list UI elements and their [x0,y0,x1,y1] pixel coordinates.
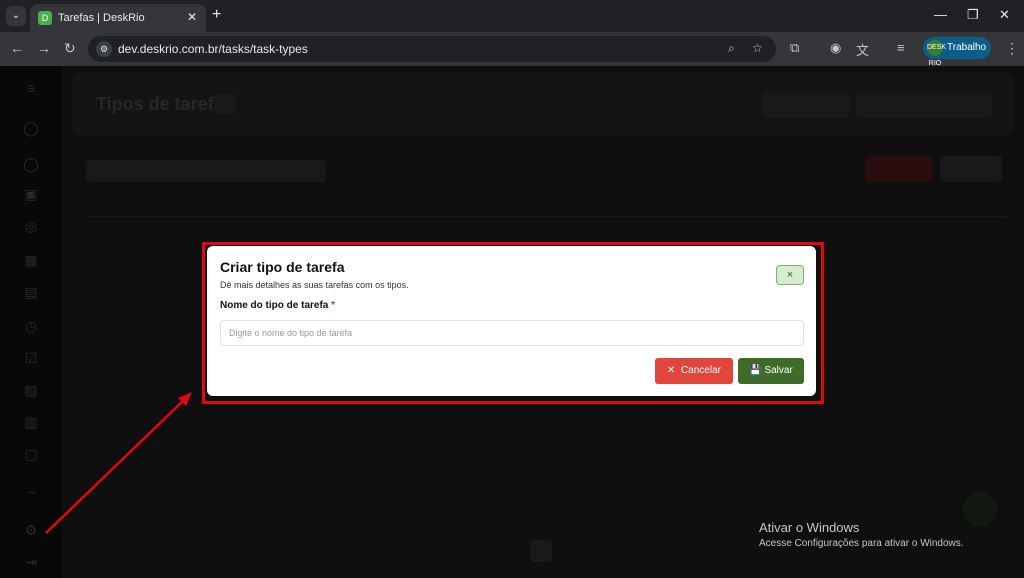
watermark-line-2: Acesse Configurações para ativar o Windo… [759,538,964,549]
watermark-line-1: Ativar o Windows [759,520,860,535]
red-arrow-annotation [45,392,192,534]
windows-activation-watermark: Ativar o Windows Acesse Configurações pa… [759,520,964,549]
